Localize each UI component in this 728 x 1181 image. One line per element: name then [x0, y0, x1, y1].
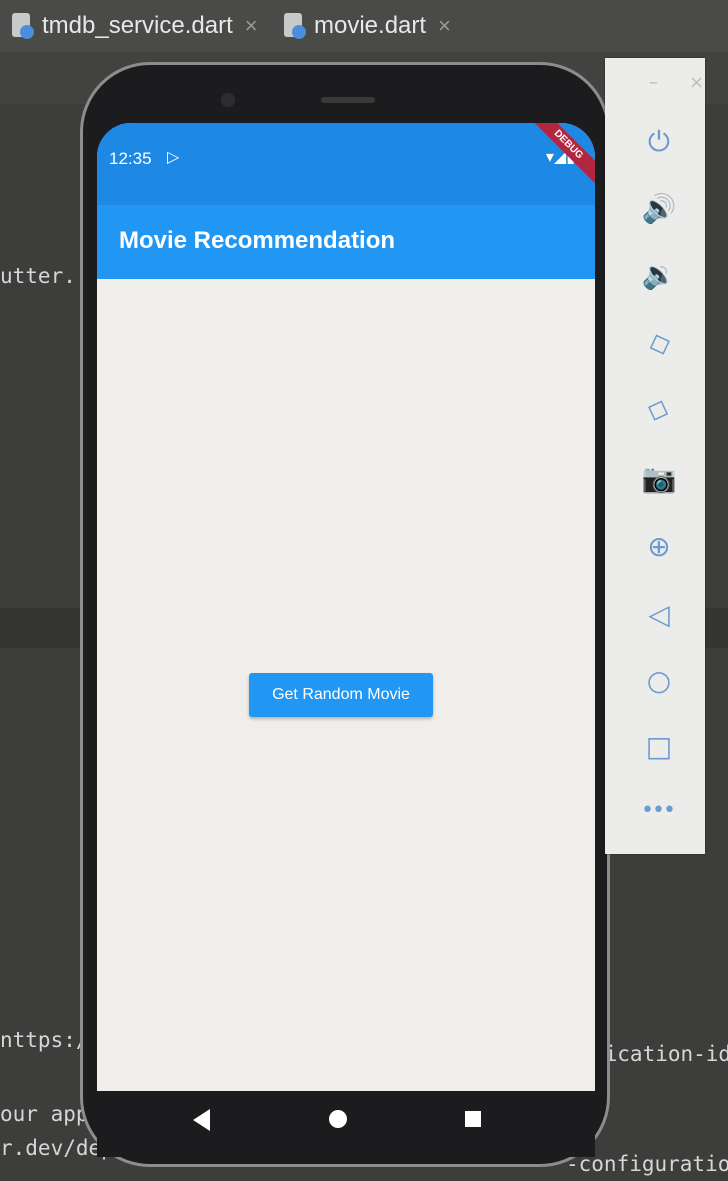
code-line: nttps:/	[0, 1028, 89, 1052]
tab-movie[interactable]: movie.dart ×	[284, 0, 451, 52]
volume-up-icon[interactable]: 🔊	[639, 188, 679, 228]
emulator-toolbar: – × ⏻ 🔊 🔉 ◇ ◇ 📷 ⊕ ◁ ○ □ •••	[605, 58, 705, 854]
nav-back-icon[interactable]	[193, 1109, 210, 1131]
dart-file-icon	[284, 13, 306, 39]
get-random-movie-button[interactable]: Get Random Movie	[249, 673, 433, 717]
rotate-left-icon[interactable]: ◇	[633, 316, 684, 367]
volume-down-icon[interactable]: 🔉	[639, 254, 679, 294]
power-icon[interactable]: ⏻	[639, 122, 679, 162]
close-icon[interactable]: ×	[245, 13, 258, 39]
close-icon[interactable]: ×	[438, 13, 451, 39]
android-nav-bar	[97, 1091, 595, 1157]
ide-tab-bar: tmdb_service.dart × movie.dart ×	[0, 0, 728, 52]
minimize-icon[interactable]: –	[649, 72, 658, 93]
status-time: 12:35	[109, 149, 152, 168]
rotate-right-icon[interactable]: ◇	[633, 382, 684, 433]
status-bar: 12:35 ▷ ▾◢▮	[97, 123, 595, 205]
code-line: Lication-id	[592, 1042, 728, 1066]
emulator-window-controls: – ×	[605, 58, 705, 118]
home-icon[interactable]: ○	[639, 660, 679, 700]
camera-icon[interactable]: 📷	[639, 458, 679, 498]
zoom-icon[interactable]: ⊕	[639, 526, 679, 566]
front-camera	[221, 93, 235, 107]
app-screen: 12:35 ▷ ▾◢▮ DEBUG Movie Recommendation G…	[97, 123, 595, 1091]
dart-file-icon	[12, 13, 34, 39]
play-store-icon: ▷	[167, 147, 180, 166]
tab-label: tmdb_service.dart	[42, 12, 233, 39]
overview-icon[interactable]: □	[639, 726, 679, 766]
nav-recent-icon[interactable]	[465, 1111, 481, 1127]
back-icon[interactable]: ◁	[639, 594, 679, 634]
app-title: Movie Recommendation	[119, 227, 396, 254]
phone-emulator: 12:35 ▷ ▾◢▮ DEBUG Movie Recommendation G…	[80, 62, 616, 1167]
earpiece-speaker	[321, 97, 375, 103]
app-bar: Movie Recommendation	[97, 205, 595, 279]
tab-label: movie.dart	[314, 12, 427, 39]
code-line: our app	[0, 1102, 89, 1126]
code-line: utter.	[0, 264, 76, 288]
nav-home-icon[interactable]	[329, 1110, 347, 1128]
close-icon[interactable]: ×	[689, 72, 704, 93]
more-icon[interactable]: •••	[641, 798, 676, 823]
tab-tmdb-service[interactable]: tmdb_service.dart ×	[12, 0, 258, 52]
